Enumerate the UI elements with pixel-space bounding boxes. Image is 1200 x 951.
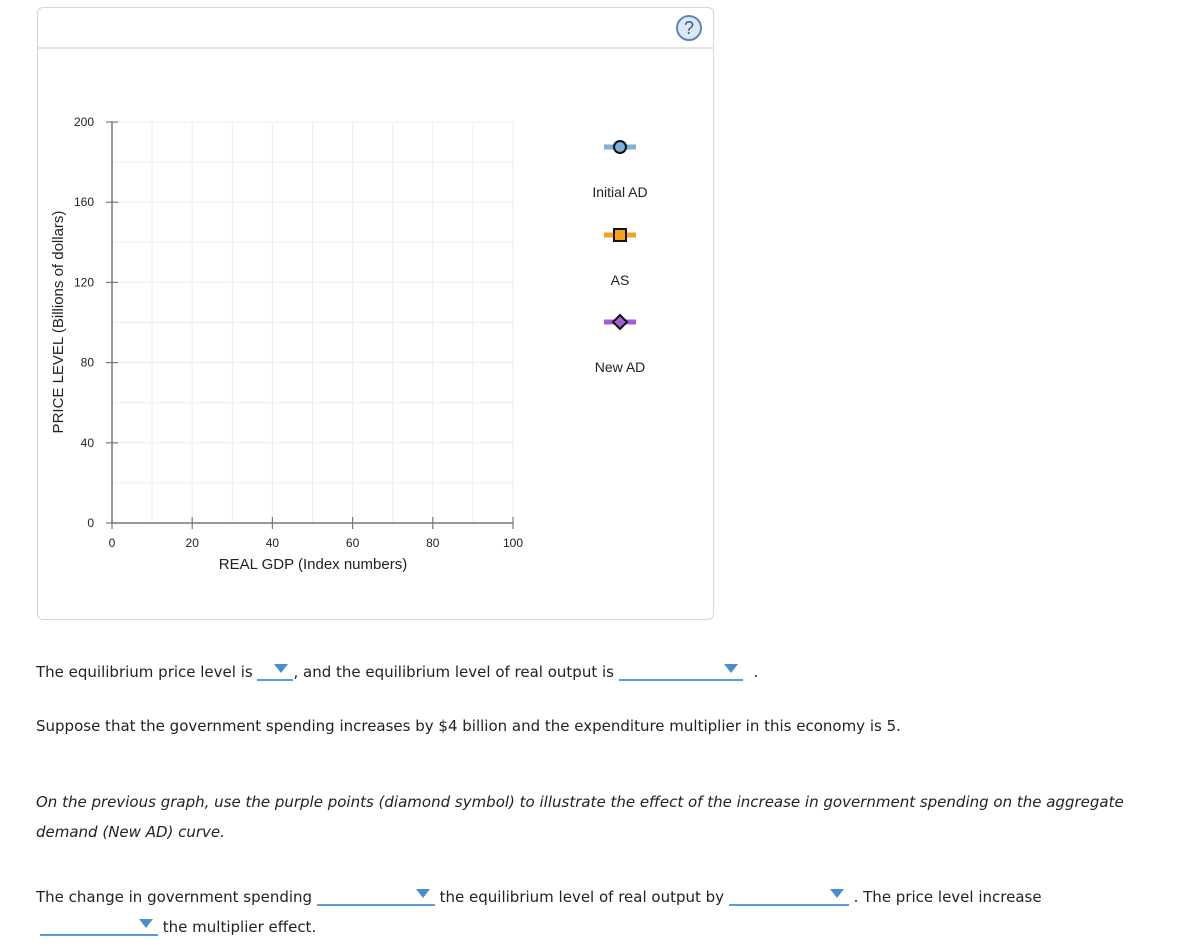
- q4-part1: The change in government spending: [36, 888, 313, 906]
- x-tick-label: 60: [346, 536, 360, 550]
- change-effect-dropdown[interactable]: [316, 882, 435, 906]
- real-output-dropdown[interactable]: [618, 657, 743, 681]
- legend-label: New AD: [595, 359, 646, 375]
- x-tick-label: 80: [426, 536, 440, 550]
- y-tick-label: 80: [81, 356, 95, 370]
- chevron-down-icon: [139, 919, 153, 928]
- square-marker-icon: [613, 228, 627, 242]
- price-increase-dropdown[interactable]: [40, 912, 158, 936]
- question-change-line2: the multiplier effect.: [40, 912, 316, 936]
- price-level-dropdown[interactable]: [257, 657, 294, 681]
- q1-prefix: The equilibrium price level is: [36, 663, 253, 681]
- diamond-marker-icon: [611, 313, 629, 331]
- y-axis-label: PRICE LEVEL (Billions of dollars): [50, 211, 67, 434]
- question-government-spending: Suppose that the government spending inc…: [36, 717, 901, 735]
- legend-label: Initial AD: [592, 184, 647, 200]
- x-axis-label: REAL GDP (Index numbers): [219, 556, 407, 573]
- x-tick-label: 0: [109, 536, 116, 550]
- legend-item-new-ad[interactable]: New AD: [595, 313, 646, 375]
- tick-labels: 0 20 40 60 80 100 0 40 80 120 160 200: [74, 115, 523, 550]
- q4-part4: the multiplier effect.: [162, 918, 317, 936]
- chevron-down-icon: [274, 664, 289, 673]
- legend: Initial AD AS New AD: [592, 140, 648, 375]
- output-change-dropdown[interactable]: [728, 882, 849, 906]
- q4-part2: the equilibrium level of real output by: [439, 888, 725, 906]
- chevron-down-icon: [415, 889, 430, 898]
- q1-suffix: .: [753, 663, 759, 681]
- y-tick-label: 160: [74, 195, 94, 209]
- x-tick-label: 100: [503, 536, 523, 550]
- question-change: The change in government spending the eq…: [36, 882, 1042, 906]
- y-tick-label: 200: [74, 115, 94, 129]
- y-tick-label: 120: [74, 275, 94, 289]
- question-equilibrium: The equilibrium price level is , and the…: [36, 657, 758, 681]
- legend-item-as[interactable]: AS: [604, 228, 636, 288]
- q1-middle: , and the equilibrium level of real outp…: [293, 663, 614, 681]
- instruction-line1: On the previous graph, use the purple po…: [36, 793, 1124, 811]
- y-tick-label: 0: [87, 516, 94, 530]
- x-tick-label: 40: [266, 536, 280, 550]
- legend-label: AS: [611, 272, 630, 288]
- legend-item-initial-ad[interactable]: Initial AD: [592, 140, 648, 200]
- instruction-line2: demand (New AD) curve.: [36, 823, 225, 841]
- grid: [112, 121, 514, 523]
- q4-part3: . The price level increase: [853, 888, 1042, 906]
- chevron-down-icon: [829, 889, 844, 898]
- chevron-down-icon: [723, 664, 738, 673]
- y-tick-label: 40: [81, 436, 95, 450]
- circle-marker-icon: [613, 140, 627, 154]
- axes: [106, 121, 514, 529]
- x-tick-label: 20: [186, 536, 200, 550]
